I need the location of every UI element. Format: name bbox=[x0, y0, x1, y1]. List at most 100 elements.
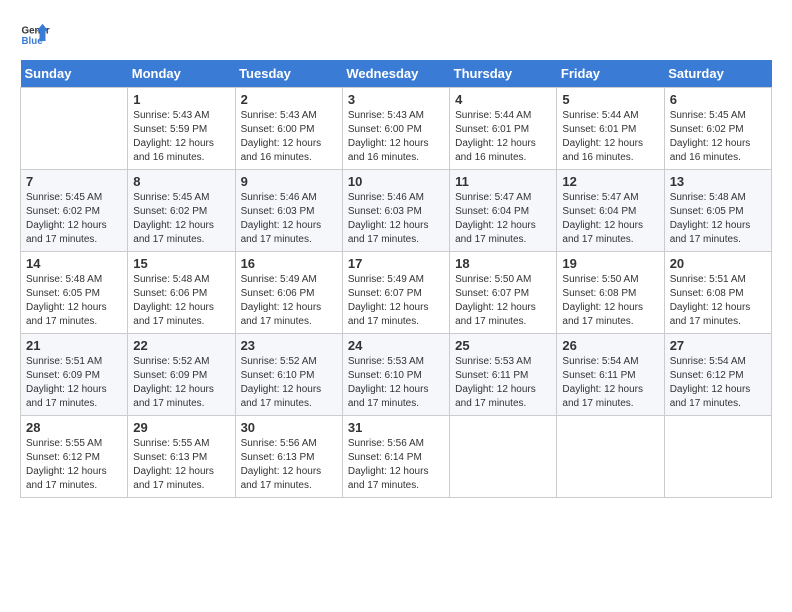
day-number: 11 bbox=[455, 174, 551, 189]
day-number: 8 bbox=[133, 174, 229, 189]
day-cell: 24Sunrise: 5:53 AM Sunset: 6:10 PM Dayli… bbox=[342, 334, 449, 416]
day-number: 6 bbox=[670, 92, 766, 107]
day-number: 31 bbox=[348, 420, 444, 435]
day-cell: 28 Sunrise: 5:55 AM Sunset: 6:12 PM Dayli… bbox=[21, 416, 128, 498]
day-info: Sunrise: 5:56 AM Sunset: 6:14 PM Dayligh… bbox=[348, 437, 444, 493]
day-cell: 16Sunrise: 5:49 AM Sunset: 6:06 PM Dayli… bbox=[235, 252, 342, 334]
day-info: Sunrise: 5:56 AM Sunset: 6:13 PM Dayligh… bbox=[241, 437, 337, 493]
day-info: Sunrise: 5:49 AM Sunset: 6:06 PM Dayligh… bbox=[241, 273, 337, 329]
day-cell: 15 Sunrise: 5:48 AM Sunset: 6:06 PM Dayli… bbox=[128, 252, 235, 334]
day-cell: 20 Sunrise: 5:51 AM Sunset: 6:08 PM Dayli… bbox=[664, 252, 771, 334]
day-info: Sunrise: 5:47 AM Sunset: 6:04 PM Dayligh… bbox=[455, 191, 551, 247]
calendar-table: SundayMondayTuesdayWednesdayThursdayFrid… bbox=[20, 60, 772, 498]
week-row-2: 7 Sunrise: 5:45 AM Sunset: 6:02 PM Daylig… bbox=[21, 170, 772, 252]
day-info: Sunrise: 5:52 AM Sunset: 6:10 PM Dayligh… bbox=[241, 355, 337, 411]
week-row-5: 28 Sunrise: 5:55 AM Sunset: 6:12 PM Dayli… bbox=[21, 416, 772, 498]
day-number: 23 bbox=[241, 338, 337, 353]
day-number: 29 bbox=[133, 420, 229, 435]
day-number: 1 bbox=[133, 92, 229, 107]
day-info: Sunrise: 5:54 AM Sunset: 6:12 PM Dayligh… bbox=[670, 355, 766, 411]
day-cell bbox=[21, 88, 128, 170]
day-cell: 12 Sunrise: 5:47 AM Sunset: 6:04 PM Dayli… bbox=[557, 170, 664, 252]
day-cell: 18Sunrise: 5:50 AM Sunset: 6:07 PM Dayli… bbox=[450, 252, 557, 334]
day-number: 19 bbox=[562, 256, 658, 271]
weekday-tuesday: Tuesday bbox=[235, 60, 342, 88]
day-info: Sunrise: 5:50 AM Sunset: 6:08 PM Dayligh… bbox=[562, 273, 658, 329]
day-number: 27 bbox=[670, 338, 766, 353]
day-info: Sunrise: 5:45 AM Sunset: 6:02 PM Dayligh… bbox=[670, 109, 766, 165]
day-number: 22 bbox=[133, 338, 229, 353]
logo: General Blue bbox=[20, 20, 50, 50]
day-cell: 2 Sunrise: 5:43 AM Sunset: 6:00 PM Daylig… bbox=[235, 88, 342, 170]
day-info: Sunrise: 5:45 AM Sunset: 6:02 PM Dayligh… bbox=[133, 191, 229, 247]
day-number: 10 bbox=[348, 174, 444, 189]
day-info: Sunrise: 5:47 AM Sunset: 6:04 PM Dayligh… bbox=[562, 191, 658, 247]
day-info: Sunrise: 5:43 AM Sunset: 6:00 PM Dayligh… bbox=[348, 109, 444, 165]
day-number: 5 bbox=[562, 92, 658, 107]
day-cell: 11 Sunrise: 5:47 AM Sunset: 6:04 PM Dayli… bbox=[450, 170, 557, 252]
day-cell: 23 Sunrise: 5:52 AM Sunset: 6:10 PM Dayli… bbox=[235, 334, 342, 416]
week-row-1: 1 Sunrise: 5:43 AM Sunset: 5:59 PM Daylig… bbox=[21, 88, 772, 170]
day-cell: 9Sunrise: 5:46 AM Sunset: 6:03 PM Daylig… bbox=[235, 170, 342, 252]
day-cell: 3 Sunrise: 5:43 AM Sunset: 6:00 PM Daylig… bbox=[342, 88, 449, 170]
day-info: Sunrise: 5:44 AM Sunset: 6:01 PM Dayligh… bbox=[455, 109, 551, 165]
calendar-body: 1 Sunrise: 5:43 AM Sunset: 5:59 PM Daylig… bbox=[21, 88, 772, 498]
day-info: Sunrise: 5:53 AM Sunset: 6:11 PM Dayligh… bbox=[455, 355, 551, 411]
day-number: 21 bbox=[26, 338, 122, 353]
day-number: 17 bbox=[348, 256, 444, 271]
weekday-friday: Friday bbox=[557, 60, 664, 88]
weekday-header-row: SundayMondayTuesdayWednesdayThursdayFrid… bbox=[21, 60, 772, 88]
day-info: Sunrise: 5:43 AM Sunset: 5:59 PM Dayligh… bbox=[133, 109, 229, 165]
day-number: 25 bbox=[455, 338, 551, 353]
logo-icon: General Blue bbox=[20, 20, 50, 50]
day-cell: 30 Sunrise: 5:56 AM Sunset: 6:13 PM Dayli… bbox=[235, 416, 342, 498]
day-cell: 8 Sunrise: 5:45 AM Sunset: 6:02 PM Daylig… bbox=[128, 170, 235, 252]
day-cell: 13 Sunrise: 5:48 AM Sunset: 6:05 PM Dayli… bbox=[664, 170, 771, 252]
day-info: Sunrise: 5:43 AM Sunset: 6:00 PM Dayligh… bbox=[241, 109, 337, 165]
weekday-wednesday: Wednesday bbox=[342, 60, 449, 88]
day-info: Sunrise: 5:51 AM Sunset: 6:09 PM Dayligh… bbox=[26, 355, 122, 411]
day-number: 13 bbox=[670, 174, 766, 189]
day-cell bbox=[557, 416, 664, 498]
day-cell: 4 Sunrise: 5:44 AM Sunset: 6:01 PM Daylig… bbox=[450, 88, 557, 170]
day-cell: 27 Sunrise: 5:54 AM Sunset: 6:12 PM Dayli… bbox=[664, 334, 771, 416]
day-info: Sunrise: 5:45 AM Sunset: 6:02 PM Dayligh… bbox=[26, 191, 122, 247]
day-info: Sunrise: 5:51 AM Sunset: 6:08 PM Dayligh… bbox=[670, 273, 766, 329]
day-cell: 22 Sunrise: 5:52 AM Sunset: 6:09 PM Dayli… bbox=[128, 334, 235, 416]
day-cell: 19 Sunrise: 5:50 AM Sunset: 6:08 PM Dayli… bbox=[557, 252, 664, 334]
day-cell bbox=[450, 416, 557, 498]
day-number: 20 bbox=[670, 256, 766, 271]
day-cell: 25 Sunrise: 5:53 AM Sunset: 6:11 PM Dayli… bbox=[450, 334, 557, 416]
weekday-saturday: Saturday bbox=[664, 60, 771, 88]
day-cell: 5 Sunrise: 5:44 AM Sunset: 6:01 PM Daylig… bbox=[557, 88, 664, 170]
day-number: 30 bbox=[241, 420, 337, 435]
day-cell: 26 Sunrise: 5:54 AM Sunset: 6:11 PM Dayli… bbox=[557, 334, 664, 416]
day-number: 14 bbox=[26, 256, 122, 271]
day-cell: 7 Sunrise: 5:45 AM Sunset: 6:02 PM Daylig… bbox=[21, 170, 128, 252]
day-cell: 10 Sunrise: 5:46 AM Sunset: 6:03 PM Dayli… bbox=[342, 170, 449, 252]
day-info: Sunrise: 5:49 AM Sunset: 6:07 PM Dayligh… bbox=[348, 273, 444, 329]
day-info: Sunrise: 5:52 AM Sunset: 6:09 PM Dayligh… bbox=[133, 355, 229, 411]
day-info: Sunrise: 5:54 AM Sunset: 6:11 PM Dayligh… bbox=[562, 355, 658, 411]
day-number: 7 bbox=[26, 174, 122, 189]
day-number: 28 bbox=[26, 420, 122, 435]
day-cell: 14Sunrise: 5:48 AM Sunset: 6:05 PM Dayli… bbox=[21, 252, 128, 334]
day-number: 26 bbox=[562, 338, 658, 353]
day-number: 2 bbox=[241, 92, 337, 107]
day-number: 3 bbox=[348, 92, 444, 107]
day-info: Sunrise: 5:44 AM Sunset: 6:01 PM Dayligh… bbox=[562, 109, 658, 165]
day-cell bbox=[664, 416, 771, 498]
day-number: 12 bbox=[562, 174, 658, 189]
day-info: Sunrise: 5:46 AM Sunset: 6:03 PM Dayligh… bbox=[348, 191, 444, 247]
day-number: 4 bbox=[455, 92, 551, 107]
day-cell: 6 Sunrise: 5:45 AM Sunset: 6:02 PM Daylig… bbox=[664, 88, 771, 170]
day-cell: 29 Sunrise: 5:55 AM Sunset: 6:13 PM Dayli… bbox=[128, 416, 235, 498]
day-info: Sunrise: 5:48 AM Sunset: 6:06 PM Dayligh… bbox=[133, 273, 229, 329]
day-cell: 31 Sunrise: 5:56 AM Sunset: 6:14 PM Dayli… bbox=[342, 416, 449, 498]
week-row-4: 21 Sunrise: 5:51 AM Sunset: 6:09 PM Dayli… bbox=[21, 334, 772, 416]
day-info: Sunrise: 5:48 AM Sunset: 6:05 PM Dayligh… bbox=[670, 191, 766, 247]
day-info: Sunrise: 5:55 AM Sunset: 6:12 PM Dayligh… bbox=[26, 437, 122, 493]
day-info: Sunrise: 5:55 AM Sunset: 6:13 PM Dayligh… bbox=[133, 437, 229, 493]
day-number: 15 bbox=[133, 256, 229, 271]
weekday-monday: Monday bbox=[128, 60, 235, 88]
